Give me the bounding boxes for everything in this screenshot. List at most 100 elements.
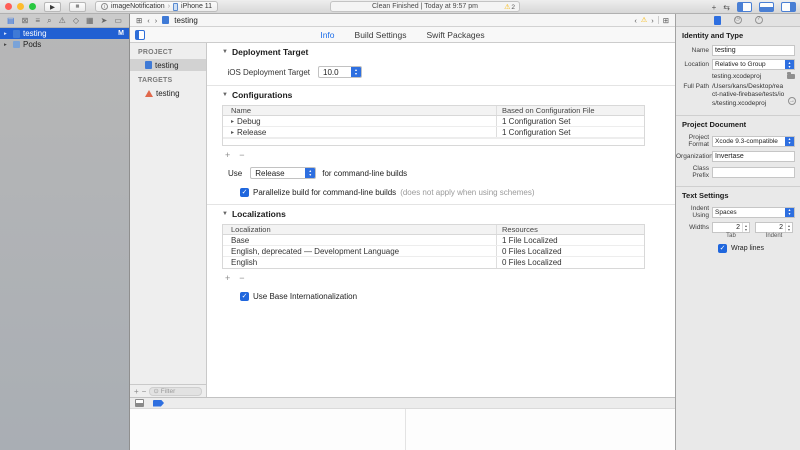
- report-navigator-icon[interactable]: ▭: [114, 17, 122, 25]
- tab-build-settings[interactable]: Build Settings: [355, 30, 407, 40]
- table-row[interactable]: Base 1 File Localized: [223, 235, 644, 246]
- remove-configuration-icon[interactable]: −: [239, 151, 244, 160]
- base-internationalization-checkbox[interactable]: ✓: [240, 292, 249, 301]
- related-items-icon[interactable]: ⊞: [663, 16, 669, 25]
- indent-width-stepper[interactable]: 2 ▲ ▼: [755, 222, 793, 233]
- parallelize-build-row: ✓ Parallelize build for command-line bui…: [240, 188, 675, 197]
- file-inspector-icon[interactable]: [714, 16, 721, 25]
- popup-arrows-icon: ▴ ▾: [351, 67, 361, 77]
- symbol-navigator-icon[interactable]: ≡: [35, 17, 40, 25]
- table-row[interactable]: ▸ Debug 1 Configuration Set: [223, 116, 644, 127]
- source-control-navigator-icon[interactable]: ⊠: [22, 17, 29, 25]
- reveal-in-finder-icon[interactable]: →: [788, 97, 796, 105]
- stepper-down-icon[interactable]: ▼: [744, 228, 747, 232]
- editor-layout-icon[interactable]: ⇆: [723, 3, 730, 12]
- toggle-debug-area-button[interactable]: [759, 2, 774, 12]
- disclosure-icon[interactable]: ▼: [222, 49, 228, 55]
- wrap-lines-checkbox[interactable]: ✓: [718, 244, 727, 253]
- warning-badge[interactable]: ⚠ 2: [504, 2, 515, 13]
- project-info-pane: ▼ Deployment Target iOS Deployment Targe…: [207, 43, 675, 397]
- remove-target-icon[interactable]: −: [142, 387, 147, 396]
- tab-width-stepper[interactable]: 2 ▲ ▼: [712, 222, 750, 233]
- tab-width-value: 2: [713, 223, 742, 232]
- command-line-configuration-popup[interactable]: Release ▴ ▾: [250, 167, 316, 179]
- add-configuration-icon[interactable]: +: [225, 151, 230, 160]
- scheme-device[interactable]: iPhone 11: [181, 3, 212, 10]
- table-row[interactable]: English 0 Files Localized: [223, 257, 644, 268]
- sidebar-item-project-testing[interactable]: testing: [130, 59, 206, 71]
- disclosure-icon[interactable]: ▸: [231, 118, 234, 125]
- disclosure-icon[interactable]: ▸: [231, 129, 234, 136]
- navigator-item-testing[interactable]: ▸ testing M: [0, 28, 129, 39]
- breakpoint-navigator-icon[interactable]: ➤: [101, 17, 108, 25]
- history-inspector-icon[interactable]: ◷: [734, 16, 742, 24]
- debug-navigator-icon[interactable]: ▦: [86, 17, 94, 25]
- tab-info[interactable]: Info: [320, 30, 334, 40]
- localization-resources: 0 Files Localized: [497, 258, 644, 267]
- column-header-resources: Resources: [497, 225, 644, 234]
- navigator-split-divider[interactable]: [129, 14, 130, 450]
- ios-deployment-target-popup[interactable]: 10.0 ▴ ▾: [318, 66, 362, 78]
- toggle-inspector-button[interactable]: [781, 2, 796, 12]
- jump-bar-file[interactable]: testing: [174, 16, 198, 25]
- toggle-navigator-button[interactable]: [737, 2, 752, 12]
- next-issue-icon[interactable]: ›: [651, 16, 654, 25]
- full-path-value: /Users/kans/Desktop/react-native-firebas…: [712, 83, 786, 108]
- configuration-name: Debug: [237, 117, 261, 126]
- run-button[interactable]: ▶: [44, 2, 61, 12]
- table-row[interactable]: English, deprecated — Development Langua…: [223, 246, 644, 257]
- location-popup[interactable]: Relative to Group ▴ ▾: [712, 59, 795, 70]
- related-items-icon[interactable]: ⊞: [136, 16, 142, 25]
- add-localization-icon[interactable]: +: [225, 274, 230, 283]
- indent-using-popup[interactable]: Spaces ▴ ▾: [712, 207, 795, 218]
- popup-down-icon: ▾: [788, 141, 790, 145]
- class-prefix-field[interactable]: [712, 167, 795, 178]
- breakpoint-activation-icon[interactable]: [153, 400, 164, 407]
- column-header-localization: Localization: [223, 225, 497, 234]
- scheme-selector[interactable]: i imageNotification › iPhone 11: [95, 1, 218, 12]
- stepper-arrows-icon[interactable]: ▲ ▼: [742, 223, 749, 232]
- disclosure-icon[interactable]: ▼: [222, 92, 228, 98]
- inspector-split-divider[interactable]: [675, 14, 676, 450]
- project-navigator-icon[interactable]: ▤: [7, 17, 15, 25]
- tab-swift-packages[interactable]: Swift Packages: [427, 30, 485, 40]
- stepper-arrows-icon[interactable]: ▲ ▼: [785, 223, 792, 232]
- navigator-item-pods[interactable]: ▸ Pods: [0, 39, 129, 50]
- close-window-button[interactable]: [5, 3, 12, 10]
- localization-name: Base: [223, 235, 497, 245]
- table-row[interactable]: ▸ Release 1 Configuration Set: [223, 127, 644, 138]
- remove-localization-icon[interactable]: −: [239, 274, 244, 283]
- debug-pane-divider[interactable]: [405, 409, 406, 450]
- minimize-window-button[interactable]: [17, 3, 24, 10]
- back-icon[interactable]: ‹: [147, 16, 150, 25]
- name-field[interactable]: testing: [712, 45, 795, 56]
- add-target-icon[interactable]: +: [134, 387, 139, 396]
- scheme-name[interactable]: imageNotification: [111, 3, 165, 10]
- previous-issue-icon[interactable]: ‹: [634, 16, 637, 25]
- disclosure-icon[interactable]: ▼: [222, 211, 228, 217]
- find-navigator-icon[interactable]: ⌕: [47, 17, 51, 25]
- issue-navigator-icon[interactable]: ⚠: [59, 17, 66, 25]
- organization-field[interactable]: Invertase: [712, 151, 795, 162]
- test-navigator-icon[interactable]: ◇: [73, 17, 79, 25]
- filter-input[interactable]: ⊙ Filter: [149, 387, 202, 396]
- class-prefix-row: Class Prefix: [676, 165, 800, 179]
- project-format-popup[interactable]: Xcode 9.3-compatible ▴ ▾: [712, 136, 795, 147]
- toolbar: ▶ ■ i imageNotification › iPhone 11 Clea…: [0, 0, 800, 14]
- quick-help-inspector-icon[interactable]: ?: [755, 16, 763, 24]
- sidebar-toggle-icon[interactable]: [135, 30, 145, 40]
- stop-button[interactable]: ■: [69, 2, 86, 12]
- library-add-icon[interactable]: +: [712, 3, 717, 12]
- choose-location-folder-icon[interactable]: [787, 74, 795, 79]
- hide-debug-area-icon[interactable]: [135, 399, 144, 407]
- section-deployment-target: ▼ Deployment Target: [207, 43, 675, 57]
- disclosure-icon[interactable]: ▸: [4, 42, 10, 48]
- disclosure-icon[interactable]: ▸: [4, 31, 10, 37]
- sidebar-item-target-testing[interactable]: testing: [130, 87, 206, 99]
- forward-icon[interactable]: ›: [155, 16, 158, 25]
- stepper-down-icon[interactable]: ▼: [787, 228, 790, 232]
- parallelize-build-checkbox[interactable]: ✓: [240, 188, 249, 197]
- zoom-window-button[interactable]: [29, 3, 36, 10]
- wrap-lines-row: ✓ Wrap lines: [718, 244, 800, 253]
- activity-status[interactable]: Clean Finished | Today at 9:57 pm ⚠ 2: [330, 1, 520, 12]
